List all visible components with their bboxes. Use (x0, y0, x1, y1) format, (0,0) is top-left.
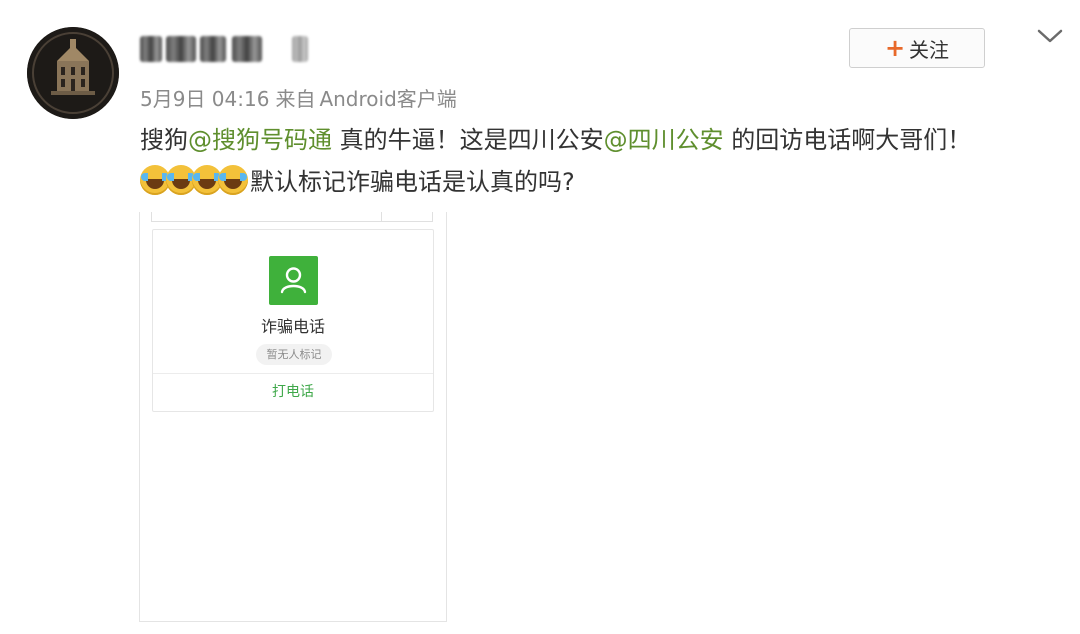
post-line-1: 搜狗@搜狗号码通 真的牛逼！这是四川公安@四川公安 的回访电话啊大哥们！ (140, 119, 1050, 161)
mention-link[interactable]: @四川公安 (604, 126, 724, 154)
contact-person-icon (269, 256, 318, 305)
post-image[interactable]: 诈骗电话 暂无人标记 打电话 (139, 212, 447, 622)
follow-label: 关注 (909, 37, 950, 62)
post-source[interactable]: Android客户端 (319, 87, 456, 111)
username-pixel-block (140, 36, 162, 62)
caller-label: 诈骗电话 (260, 317, 325, 336)
caller-card: 诈骗电话 暂无人标记 打电话 (152, 229, 434, 412)
username-pixel-block (166, 36, 196, 62)
plus-icon: + (884, 34, 906, 62)
text-part: 搜狗 (140, 126, 188, 154)
username-pixel-block (232, 36, 262, 62)
mark-status-badge: 暂无人标记 (256, 344, 332, 365)
cropped-toolbar (151, 212, 433, 222)
post-time: 5月9日 04:16 (140, 87, 270, 111)
username-pixel-block (200, 36, 226, 62)
building-seal-icon (27, 27, 119, 119)
post-text: 搜狗@搜狗号码通 真的牛逼！这是四川公安@四川公安 的回访电话啊大哥们！ 默认标… (140, 119, 1050, 203)
username-pixel-block (292, 36, 308, 62)
follow-button[interactable]: + 关注 (849, 28, 985, 68)
chevron-down-icon[interactable] (1036, 26, 1064, 46)
post-meta: 5月9日 04:16 来自 Android客户端 (140, 83, 463, 112)
laugh-cry-emoji-icon (218, 165, 248, 195)
mention-link[interactable]: @搜狗号码通 (188, 126, 332, 154)
text-part: 真的牛逼！这是四川公安 (332, 126, 604, 154)
text-part: 默认标记诈骗电话是认真的吗? (250, 168, 575, 196)
post-line-2: 默认标记诈骗电话是认真的吗? (140, 161, 1050, 203)
call-button[interactable]: 打电话 (153, 381, 433, 401)
avatar[interactable] (27, 27, 119, 119)
source-prefix: 来自 (275, 87, 316, 111)
text-part: 的回访电话啊大哥们！ (723, 126, 972, 154)
divider (153, 373, 433, 374)
username[interactable] (140, 32, 330, 66)
